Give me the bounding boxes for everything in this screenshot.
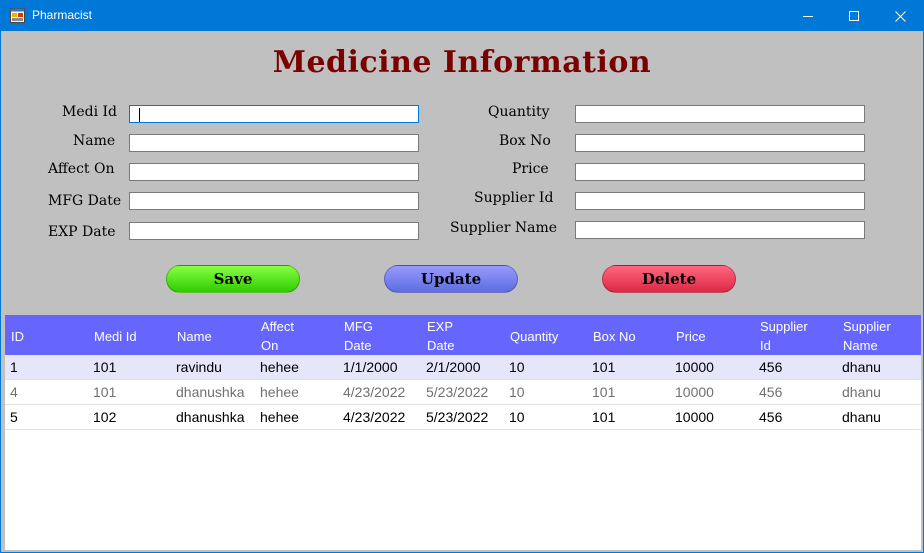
table-cell[interactable]: hehee xyxy=(260,409,299,425)
price-label: Price xyxy=(512,161,549,177)
column-header[interactable]: ID xyxy=(11,327,24,346)
save-button[interactable]: Save xyxy=(166,265,300,293)
table-cell[interactable]: 5/23/2022 xyxy=(426,409,488,425)
text-caret xyxy=(139,108,140,122)
app-window: Pharmacist Medicine Information Medi Id … xyxy=(0,0,924,553)
close-button[interactable] xyxy=(877,1,923,31)
table-header: ID Medi Id Name Affect On MFG Date EXP Date Quant… xyxy=(5,315,921,355)
table-cell[interactable]: 456 xyxy=(759,359,782,375)
column-header[interactable]: EXP Date xyxy=(427,317,454,355)
table-cell[interactable]: 101 xyxy=(592,409,615,425)
table-cell[interactable]: dhanushka xyxy=(176,409,245,425)
close-icon xyxy=(894,10,906,22)
column-header[interactable]: Box No xyxy=(593,327,636,346)
maximize-button[interactable] xyxy=(831,1,877,31)
table-cell[interactable]: 456 xyxy=(759,384,782,400)
minimize-icon xyxy=(803,16,813,17)
table-cell[interactable]: 10000 xyxy=(675,359,714,375)
column-header[interactable]: Medi Id xyxy=(94,327,137,346)
window-title: Pharmacist xyxy=(32,8,93,22)
table-cell[interactable]: 5/23/2022 xyxy=(426,384,488,400)
minimize-button[interactable] xyxy=(785,1,831,31)
page-title: Medicine Information xyxy=(272,45,652,80)
affect-on-label: Affect On xyxy=(48,161,115,177)
table-cell[interactable]: hehee xyxy=(260,384,299,400)
column-header[interactable]: MFG Date xyxy=(344,317,373,355)
price-field[interactable] xyxy=(575,163,865,181)
table-row[interactable]: 4 101 dhanushka hehee 4/23/2022 5/23/2022 10 10… xyxy=(5,380,921,405)
medicine-table[interactable]: ID Medi Id Name Affect On MFG Date EXP Date Quant… xyxy=(5,315,921,550)
table-cell[interactable]: 4/23/2022 xyxy=(343,384,405,400)
mfg-date-field[interactable] xyxy=(129,192,419,210)
title-bar[interactable]: Pharmacist xyxy=(1,1,923,31)
table-cell[interactable]: 10000 xyxy=(675,384,714,400)
delete-button[interactable]: Delete xyxy=(602,265,736,293)
box-no-field[interactable] xyxy=(575,134,865,152)
maximize-icon xyxy=(849,11,859,21)
table-cell[interactable]: 101 xyxy=(592,359,615,375)
affect-on-field[interactable] xyxy=(129,163,419,181)
table-cell[interactable]: 4 xyxy=(10,384,18,400)
supplier-id-field[interactable] xyxy=(575,192,865,210)
column-header[interactable]: Supplier Name xyxy=(843,317,891,355)
column-header[interactable]: Price xyxy=(676,327,706,346)
mfg-date-label: MFG Date xyxy=(48,193,122,209)
table-row[interactable]: 5 102 dhanushka hehee 4/23/2022 5/23/2022 10 10… xyxy=(5,405,921,430)
table-row[interactable]: 1 101 ravindu hehee 1/1/2000 2/1/2000 10 101 100… xyxy=(5,355,921,380)
table-cell[interactable]: ravindu xyxy=(176,359,222,375)
table-cell[interactable]: 101 xyxy=(93,359,116,375)
supplier-name-field[interactable] xyxy=(575,221,865,239)
name-label: Name xyxy=(73,133,116,149)
table-cell[interactable]: 4/23/2022 xyxy=(343,409,405,425)
table-cell[interactable]: dhanushka xyxy=(176,384,245,400)
table-cell[interactable]: dhanu xyxy=(842,384,881,400)
table-cell[interactable]: 102 xyxy=(93,409,116,425)
quantity-label: Quantity xyxy=(488,104,550,120)
app-icon xyxy=(10,8,25,23)
name-field[interactable] xyxy=(129,134,419,152)
table-cell[interactable]: 456 xyxy=(759,409,782,425)
table-cell[interactable]: hehee xyxy=(260,359,299,375)
exp-date-label: EXP Date xyxy=(48,224,116,240)
table-cell[interactable]: 2/1/2000 xyxy=(426,359,481,375)
medi-id-field[interactable] xyxy=(129,105,419,123)
table-cell[interactable]: 101 xyxy=(93,384,116,400)
table-cell[interactable]: 101 xyxy=(592,384,615,400)
table-cell[interactable]: 10 xyxy=(509,384,525,400)
table-cell[interactable]: 10 xyxy=(509,409,525,425)
box-no-label: Box No xyxy=(499,133,551,149)
supplier-id-label: Supplier Id xyxy=(474,190,554,206)
table-cell[interactable]: 5 xyxy=(10,409,18,425)
column-header[interactable]: Affect On xyxy=(261,317,294,355)
table-cell[interactable]: 1/1/2000 xyxy=(343,359,398,375)
quantity-field[interactable] xyxy=(575,105,865,123)
column-header[interactable]: Name xyxy=(177,327,212,346)
medi-id-label: Medi Id xyxy=(62,104,118,120)
table-cell[interactable]: 10 xyxy=(509,359,525,375)
exp-date-field[interactable] xyxy=(129,222,419,240)
table-cell[interactable]: 1 xyxy=(10,359,18,375)
table-cell[interactable]: dhanu xyxy=(842,359,881,375)
column-header[interactable]: Quantity xyxy=(510,327,558,346)
update-button[interactable]: Update xyxy=(384,265,518,293)
table-cell[interactable]: dhanu xyxy=(842,409,881,425)
supplier-name-label: Supplier Name xyxy=(450,220,558,236)
column-header[interactable]: Supplier Id xyxy=(760,317,808,355)
table-cell[interactable]: 10000 xyxy=(675,409,714,425)
